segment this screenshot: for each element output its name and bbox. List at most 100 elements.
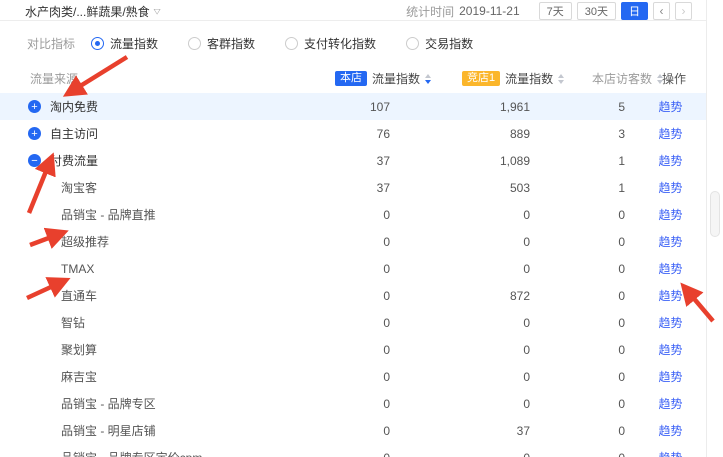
self-index-value: 0 <box>340 370 390 384</box>
trend-link[interactable]: 趋势 <box>658 451 682 457</box>
traffic-source-cell: 聚划算 <box>0 341 340 358</box>
traffic-source-cell: 品销宝 - 品牌直推 <box>0 206 340 223</box>
radio-customer-index[interactable]: 客群指数 <box>188 35 255 52</box>
traffic-source-label: 智钻 <box>61 314 85 331</box>
traffic-source-label: 品销宝 - 品牌直推 <box>61 206 156 223</box>
trend-link[interactable]: 趋势 <box>658 181 682 195</box>
traffic-source-cell: 淘宝客 <box>0 179 340 196</box>
traffic-source-label: 付费流量 <box>50 152 98 169</box>
traffic-source-cell: 智钻 <box>0 314 340 331</box>
topbar: 水产肉类/...鲜蔬果/熟食 ▽ 统计时间 2019-11-21 7天 30天 … <box>0 0 706 21</box>
prev-day-button[interactable]: ‹ <box>653 2 670 20</box>
trend-link[interactable]: 趋势 <box>658 370 682 384</box>
self-visitors-value: 0 <box>530 451 625 457</box>
category-selector[interactable]: 水产肉类/...鲜蔬果/熟食 ▽ <box>25 3 161 20</box>
category-breadcrumb: 水产肉类/...鲜蔬果/熟食 <box>25 3 150 20</box>
range-7d-button[interactable]: 7天 <box>539 2 572 20</box>
rival-index-value: 37 <box>390 424 530 438</box>
traffic-source-label: 超级推荐 <box>61 233 109 250</box>
radio-trade-index[interactable]: 交易指数 <box>406 35 473 52</box>
range-day-button[interactable]: 日 <box>621 2 648 20</box>
trend-link[interactable]: 趋势 <box>658 316 682 330</box>
expand-plus-icon[interactable]: + <box>28 100 41 113</box>
page-scrollbar-thumb[interactable] <box>710 191 720 237</box>
col-traffic-source: 流量来源 <box>30 70 78 87</box>
trend-link[interactable]: 趋势 <box>658 208 682 222</box>
self-visitors-value: 0 <box>530 424 625 438</box>
traffic-source-cell: +自主访问 <box>0 125 340 142</box>
self-index-value: 0 <box>340 397 390 411</box>
self-visitors-value: 1 <box>530 154 625 168</box>
table-row: −付费流量371,0891趋势 <box>0 147 706 174</box>
rival-index-value: 0 <box>390 262 530 276</box>
self-visitors-value: 5 <box>530 100 625 114</box>
self-visitors-value: 0 <box>530 316 625 330</box>
table-row: 麻吉宝000趋势 <box>0 363 706 390</box>
trend-link[interactable]: 趋势 <box>658 235 682 249</box>
self-visitors-value: 0 <box>530 208 625 222</box>
sort-rival-index[interactable] <box>558 74 564 84</box>
radio-icon <box>91 37 104 50</box>
trend-link[interactable]: 趋势 <box>658 100 682 114</box>
radio-icon <box>285 37 298 50</box>
self-store-badge: 本店 <box>335 71 367 86</box>
trend-link[interactable]: 趋势 <box>658 154 682 168</box>
col-rival-index: 竞店1 流量指数 <box>462 70 564 87</box>
collapse-minus-icon[interactable]: − <box>28 154 41 167</box>
self-index-value: 0 <box>340 208 390 222</box>
table-row: 智钻000趋势 <box>0 309 706 336</box>
rival-store-badge: 竞店1 <box>462 71 500 86</box>
traffic-source-label: TMAX <box>61 262 94 276</box>
page-scrollbar-track[interactable] <box>706 0 723 457</box>
traffic-source-cell: 品销宝 - 品牌专区定价cpm <box>0 449 340 457</box>
self-visitors-value: 3 <box>530 127 625 141</box>
compare-metric-row: 对比指标 流量指数 客群指数 支付转化指数 交易指数 <box>27 35 723 52</box>
self-index-value: 0 <box>340 451 390 457</box>
table-row: 品销宝 - 品牌专区定价cpm000趋势 <box>0 444 706 457</box>
col-action: 操作 <box>662 70 686 87</box>
stat-time-label: 统计时间 <box>406 3 454 20</box>
self-index-value: 37 <box>340 154 390 168</box>
table-row: 直通车08720趋势 <box>0 282 706 309</box>
expand-plus-icon[interactable]: + <box>28 127 41 140</box>
table-row: 超级推荐000趋势 <box>0 228 706 255</box>
chevron-down-icon: ▽ <box>154 7 161 16</box>
self-visitors-value: 0 <box>530 343 625 357</box>
radio-conversion-index[interactable]: 支付转化指数 <box>285 35 376 52</box>
sort-self-index[interactable] <box>425 74 431 84</box>
table-header: 流量来源 本店 流量指数 竞店1 流量指数 本店访客数 操作 <box>0 67 706 93</box>
range-30d-button[interactable]: 30天 <box>577 2 616 20</box>
radio-traffic-index[interactable]: 流量指数 <box>91 35 158 52</box>
trend-link[interactable]: 趋势 <box>658 424 682 438</box>
traffic-source-cell: 品销宝 - 明星店铺 <box>0 422 340 439</box>
traffic-source-cell: −付费流量 <box>0 152 340 169</box>
table-row: 淘宝客375031趋势 <box>0 174 706 201</box>
rival-index-value: 0 <box>390 451 530 457</box>
self-visitors-value: 0 <box>530 262 625 276</box>
traffic-source-label: 淘宝客 <box>61 179 97 196</box>
table-row: 聚划算000趋势 <box>0 336 706 363</box>
self-index-value: 107 <box>340 100 390 114</box>
table-row: TMAX000趋势 <box>0 255 706 282</box>
compare-metric-label: 对比指标 <box>27 35 75 52</box>
table-row: 品销宝 - 明星店铺0370趋势 <box>0 417 706 444</box>
rival-index-value: 1,089 <box>390 154 530 168</box>
self-visitors-value: 1 <box>530 181 625 195</box>
rival-index-value: 0 <box>390 235 530 249</box>
self-index-value: 0 <box>340 235 390 249</box>
next-day-button[interactable]: › <box>675 2 692 20</box>
rival-index-value: 0 <box>390 208 530 222</box>
trend-link[interactable]: 趋势 <box>658 127 682 141</box>
trend-link[interactable]: 趋势 <box>658 262 682 276</box>
traffic-source-label: 聚划算 <box>61 341 97 358</box>
col-self-visitors: 本店访客数 <box>592 70 663 87</box>
self-visitors-value: 0 <box>530 235 625 249</box>
trend-link[interactable]: 趋势 <box>658 343 682 357</box>
rival-index-value: 0 <box>390 397 530 411</box>
traffic-source-cell: 麻吉宝 <box>0 368 340 385</box>
traffic-source-cell: TMAX <box>0 262 340 276</box>
traffic-source-cell: 品销宝 - 品牌专区 <box>0 395 340 412</box>
trend-link[interactable]: 趋势 <box>658 397 682 411</box>
self-index-value: 0 <box>340 424 390 438</box>
trend-link[interactable]: 趋势 <box>658 289 682 303</box>
